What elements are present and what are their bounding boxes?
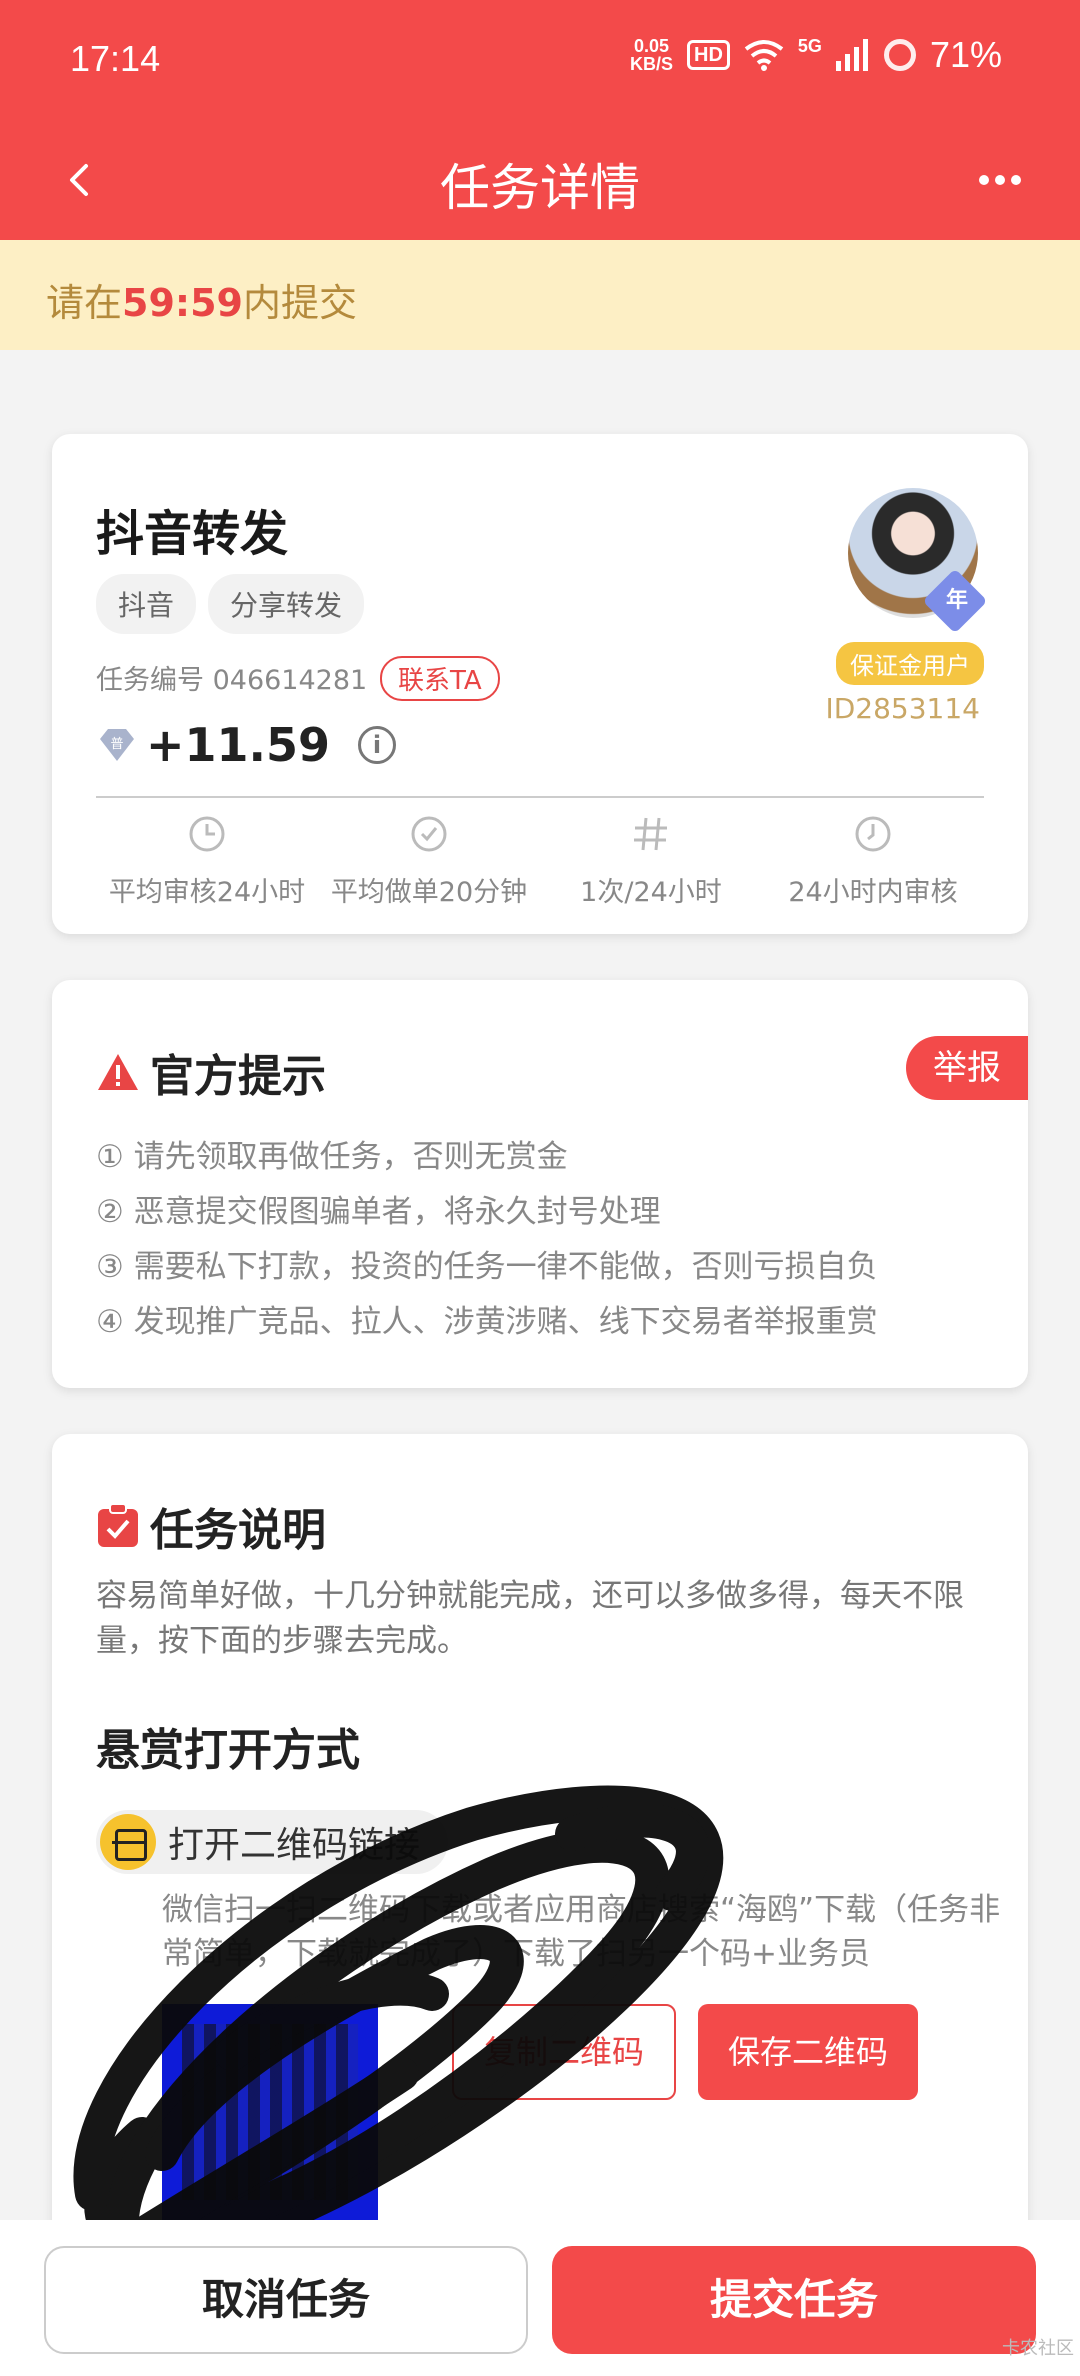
cancel-task-button[interactable]: 取消任务 — [44, 2246, 528, 2354]
countdown-banner: 请在59:59内提交 — [0, 240, 1080, 350]
nav-bar: 任务详情 — [0, 120, 1080, 240]
countdown-time: 59:59 — [122, 281, 243, 325]
wifi-icon — [744, 40, 784, 71]
description-card: 任务说明 容易简单好做，十几分钟就能完成，还可以多做多得，每天不限量，按下面的步… — [52, 1434, 1028, 2294]
task-title: 抖音转发 — [96, 506, 289, 562]
open-method-title: 悬赏打开方式 — [96, 1725, 360, 1776]
countdown-prefix: 请在 — [46, 281, 123, 325]
notice-card: 官方提示 举报 ① 请先领取再做任务，否则无赏金 ② 恶意提交假图骗单者，将永久… — [52, 980, 1028, 1388]
description-text: 容易简单好做，十几分钟就能完成，还可以多做多得，每天不限量，按下面的步骤去完成。 — [96, 1578, 964, 1659]
divider — [96, 796, 984, 798]
bottom-action-bar: 取消任务 提交任务 — [0, 2220, 1080, 2376]
vip-badge-label: 年 — [945, 588, 968, 613]
notice-list: ① 请先领取再做任务，否则无赏金 ② 恶意提交假图骗单者，将永久封号处理 ③ 需… — [96, 1130, 878, 1350]
network-type: 5G — [797, 36, 822, 56]
warning-icon — [98, 1054, 138, 1090]
notice-item: ① 请先领取再做任务，否则无赏金 — [96, 1139, 568, 1175]
info-icon[interactable]: i — [358, 726, 397, 764]
deposit-badge: 保证金用户 — [836, 642, 984, 685]
qr-code-image[interactable] — [162, 2004, 378, 2220]
hash-icon — [634, 817, 667, 851]
clipboard-icon — [98, 1503, 138, 1547]
signal-icon — [835, 39, 868, 71]
stat-label: 平均做单20分钟 — [330, 877, 528, 908]
review-clock-icon — [189, 816, 225, 852]
battery-level: 71% — [929, 34, 1002, 75]
check-clock-icon — [411, 816, 447, 852]
hd-icon: HD — [687, 40, 730, 70]
report-button[interactable]: 举报 — [906, 1036, 1028, 1100]
contact-button[interactable]: 联系TA — [380, 656, 500, 701]
stat-item: 24小时内审核 — [762, 814, 984, 909]
stat-label: 24小时内审核 — [788, 877, 958, 908]
diamond-icon: 普 — [100, 729, 134, 761]
task-stats: 平均审核24小时 平均做单20分钟 1次/24小时 24小时内审核 — [96, 814, 984, 909]
notice-item: ② 恶意提交假图骗单者，将永久封号处理 — [96, 1194, 661, 1230]
step-pill: 打开二维码链接 — [96, 1810, 449, 1874]
status-bar: 17:14 0.05 KB/S HD 5G 71% — [0, 0, 1080, 120]
status-time: 17:14 — [70, 38, 161, 79]
copy-qr-button[interactable]: 复制二维码 — [452, 2004, 676, 2100]
stat-label: 1次/24小时 — [580, 877, 722, 908]
stat-item: 平均审核24小时 — [96, 814, 318, 909]
save-qr-button[interactable]: 保存二维码 — [698, 2004, 918, 2100]
task-tags: 抖音 分享转发 — [96, 574, 365, 634]
reward-amount: +11.59 — [146, 718, 331, 772]
task-card: 抖音转发 抖音 分享转发 任务编号 046614281 联系TA 普 +11.5… — [52, 434, 1028, 934]
notice-item: ④ 发现推广竞品、拉人、涉黄涉赌、线下交易者举报重赏 — [96, 1304, 878, 1340]
task-number: 任务编号 046614281 — [96, 665, 368, 696]
submit-task-button[interactable]: 提交任务 — [552, 2246, 1036, 2354]
stat-item: 1次/24小时 — [540, 814, 762, 909]
reward: 普 +11.59 i — [96, 718, 397, 772]
scan-icon — [100, 1814, 156, 1870]
notice-title: 官方提示 — [96, 1040, 326, 1104]
tag: 分享转发 — [208, 574, 365, 634]
watermark: 卡农社区 — [1002, 2338, 1074, 2359]
svg-text:普: 普 — [110, 737, 123, 752]
notice-item: ③ 需要私下打款，投资的任务一律不能做，否则亏损自负 — [96, 1249, 878, 1285]
stat-item: 平均做单20分钟 — [318, 814, 540, 909]
more-icon[interactable] — [970, 160, 1030, 200]
battery-icon — [883, 39, 916, 71]
step-text: 微信扫一扫二维码下载或者应用商店搜索“海鸥”下载（任务非常简单，下载就完成了）下… — [162, 1892, 1001, 1972]
net-speed: 0.05 KB/S — [630, 36, 674, 74]
stat-label: 平均审核24小时 — [108, 877, 306, 908]
page-title: 任务详情 — [440, 159, 640, 217]
status-icons: 0.05 KB/S HD 5G 71% — [630, 34, 1002, 76]
description-title: 任务说明 — [96, 1494, 326, 1558]
step-label: 打开二维码链接 — [168, 1825, 421, 1866]
user-id: ID2853114 — [825, 692, 980, 725]
clock-icon — [855, 816, 891, 852]
tag: 抖音 — [96, 574, 197, 634]
countdown-suffix: 内提交 — [242, 281, 357, 325]
